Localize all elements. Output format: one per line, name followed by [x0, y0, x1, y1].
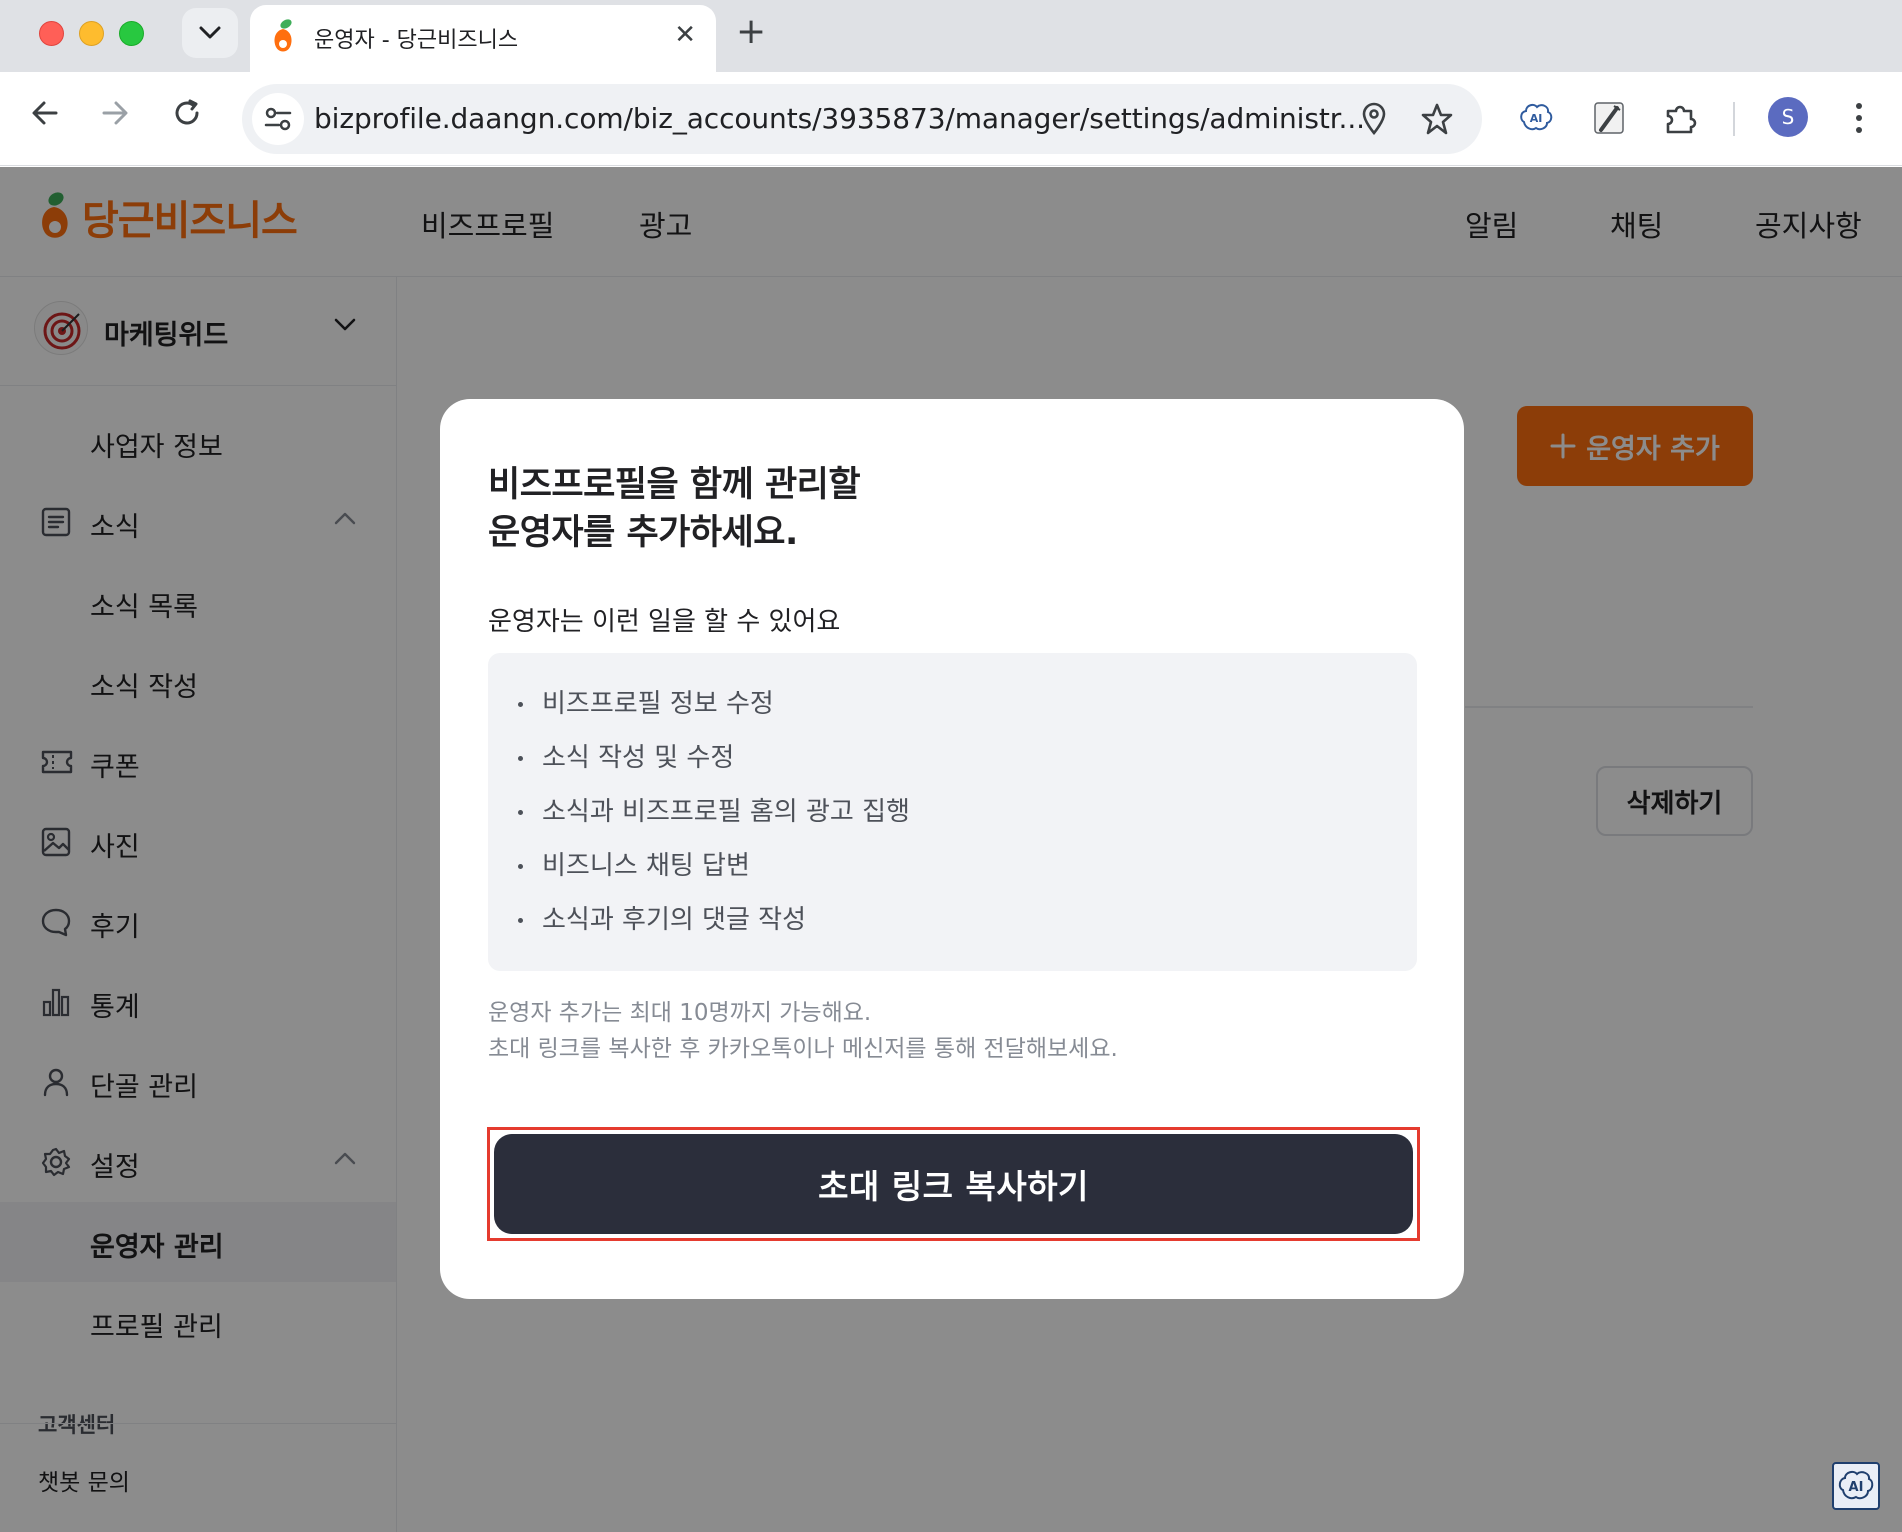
ability-text: 비즈니스 채팅 답변 [542, 851, 750, 881]
window-zoom-button[interactable] [119, 21, 144, 46]
window-close-button[interactable] [39, 21, 64, 46]
tune-icon [264, 107, 292, 131]
tab-search-button[interactable] [182, 8, 238, 58]
abilities-box: 비즈프로필 정보 수정 소식 작성 및 수정 소식과 비즈프로필 홈의 광고 집… [488, 653, 1417, 971]
abilities-list: 비즈프로필 정보 수정 소식 작성 및 수정 소식과 비즈프로필 홈의 광고 집… [488, 653, 1417, 947]
toolbar-separator [1733, 102, 1735, 136]
list-item: 비즈프로필 정보 수정 [488, 677, 1417, 731]
new-tab-button[interactable]: + [736, 10, 766, 54]
bullet-icon [518, 702, 523, 707]
tab-title: 운영자 - 당근비즈니스 [314, 28, 519, 53]
svg-text:AI: AI [1530, 112, 1543, 125]
list-item: 비즈니스 채팅 답변 [488, 839, 1417, 893]
browser-tab-bar: 운영자 - 당근비즈니스 ✕ + [0, 0, 1902, 72]
ability-text: 소식과 비즈프로필 홈의 광고 집행 [542, 797, 910, 827]
modal-note-line2: 초대 링크를 복사한 후 카카오톡이나 메신저를 통해 전달해보세요. [488, 1036, 1118, 1062]
tab-close-icon[interactable]: ✕ [674, 21, 696, 49]
extensions-puzzle-icon[interactable] [1663, 100, 1699, 136]
browser-toolbar: bizprofile.daangn.com/biz_accounts/39358… [0, 72, 1902, 166]
modal-title: 비즈프로필을 함께 관리할 운영자를 추가하세요. [488, 461, 861, 557]
ai-extension-icon[interactable]: AI [1518, 100, 1554, 136]
cta-highlight: 초대 링크 복사하기 [487, 1127, 1420, 1241]
ai-brain-icon: AI [1838, 1470, 1874, 1500]
ability-text: 소식 작성 및 수정 [542, 743, 735, 773]
more-vertical-icon[interactable] [1853, 98, 1865, 138]
bullet-icon [518, 756, 523, 761]
modal-subtitle: 운영자는 이런 일을 할 수 있어요 [488, 607, 841, 637]
ability-text: 소식과 후기의 댓글 작성 [542, 905, 806, 935]
profile-avatar[interactable]: S [1768, 97, 1808, 137]
modal-title-line2: 운영자를 추가하세요. [488, 513, 798, 553]
list-item: 소식과 후기의 댓글 작성 [488, 893, 1417, 947]
list-item: 소식과 비즈프로필 홈의 광고 집행 [488, 785, 1417, 839]
bullet-icon [518, 918, 523, 923]
tool-extension-icon[interactable] [1592, 100, 1626, 136]
bookmark-star-icon[interactable] [1420, 102, 1454, 136]
forward-icon[interactable] [98, 96, 132, 130]
add-operator-modal: 비즈프로필을 함께 관리할 운영자를 추가하세요. 운영자는 이런 일을 할 수… [440, 399, 1464, 1299]
location-pin-icon[interactable] [1360, 102, 1388, 136]
copy-invite-link-button[interactable]: 초대 링크 복사하기 [494, 1134, 1413, 1234]
address-bar[interactable]: bizprofile.daangn.com/biz_accounts/39358… [242, 84, 1482, 154]
ability-text: 비즈프로필 정보 수정 [542, 689, 774, 719]
ai-assistant-badge[interactable]: AI [1832, 1462, 1880, 1510]
window-minimize-button[interactable] [79, 21, 104, 46]
site-info-button[interactable] [252, 93, 304, 145]
ai-badge-text: AI [1849, 1480, 1864, 1495]
modal-title-line1: 비즈프로필을 함께 관리할 [488, 465, 861, 505]
bullet-icon [518, 810, 523, 815]
modal-note-line1: 운영자 추가는 최대 10명까지 가능해요. [488, 1000, 872, 1026]
list-item: 소식 작성 및 수정 [488, 731, 1417, 785]
chevron-down-icon [199, 26, 221, 39]
modal-note: 운영자 추가는 최대 10명까지 가능해요. 초대 링크를 복사한 후 카카오톡… [488, 995, 1118, 1067]
back-icon[interactable] [28, 96, 62, 130]
carrot-favicon-icon [274, 19, 292, 52]
bullet-icon [518, 864, 523, 869]
active-tab[interactable]: 운영자 - 당근비즈니스 ✕ [250, 5, 716, 72]
reload-icon[interactable] [170, 96, 204, 130]
url-text[interactable]: bizprofile.daangn.com/biz_accounts/39358… [314, 102, 1365, 135]
